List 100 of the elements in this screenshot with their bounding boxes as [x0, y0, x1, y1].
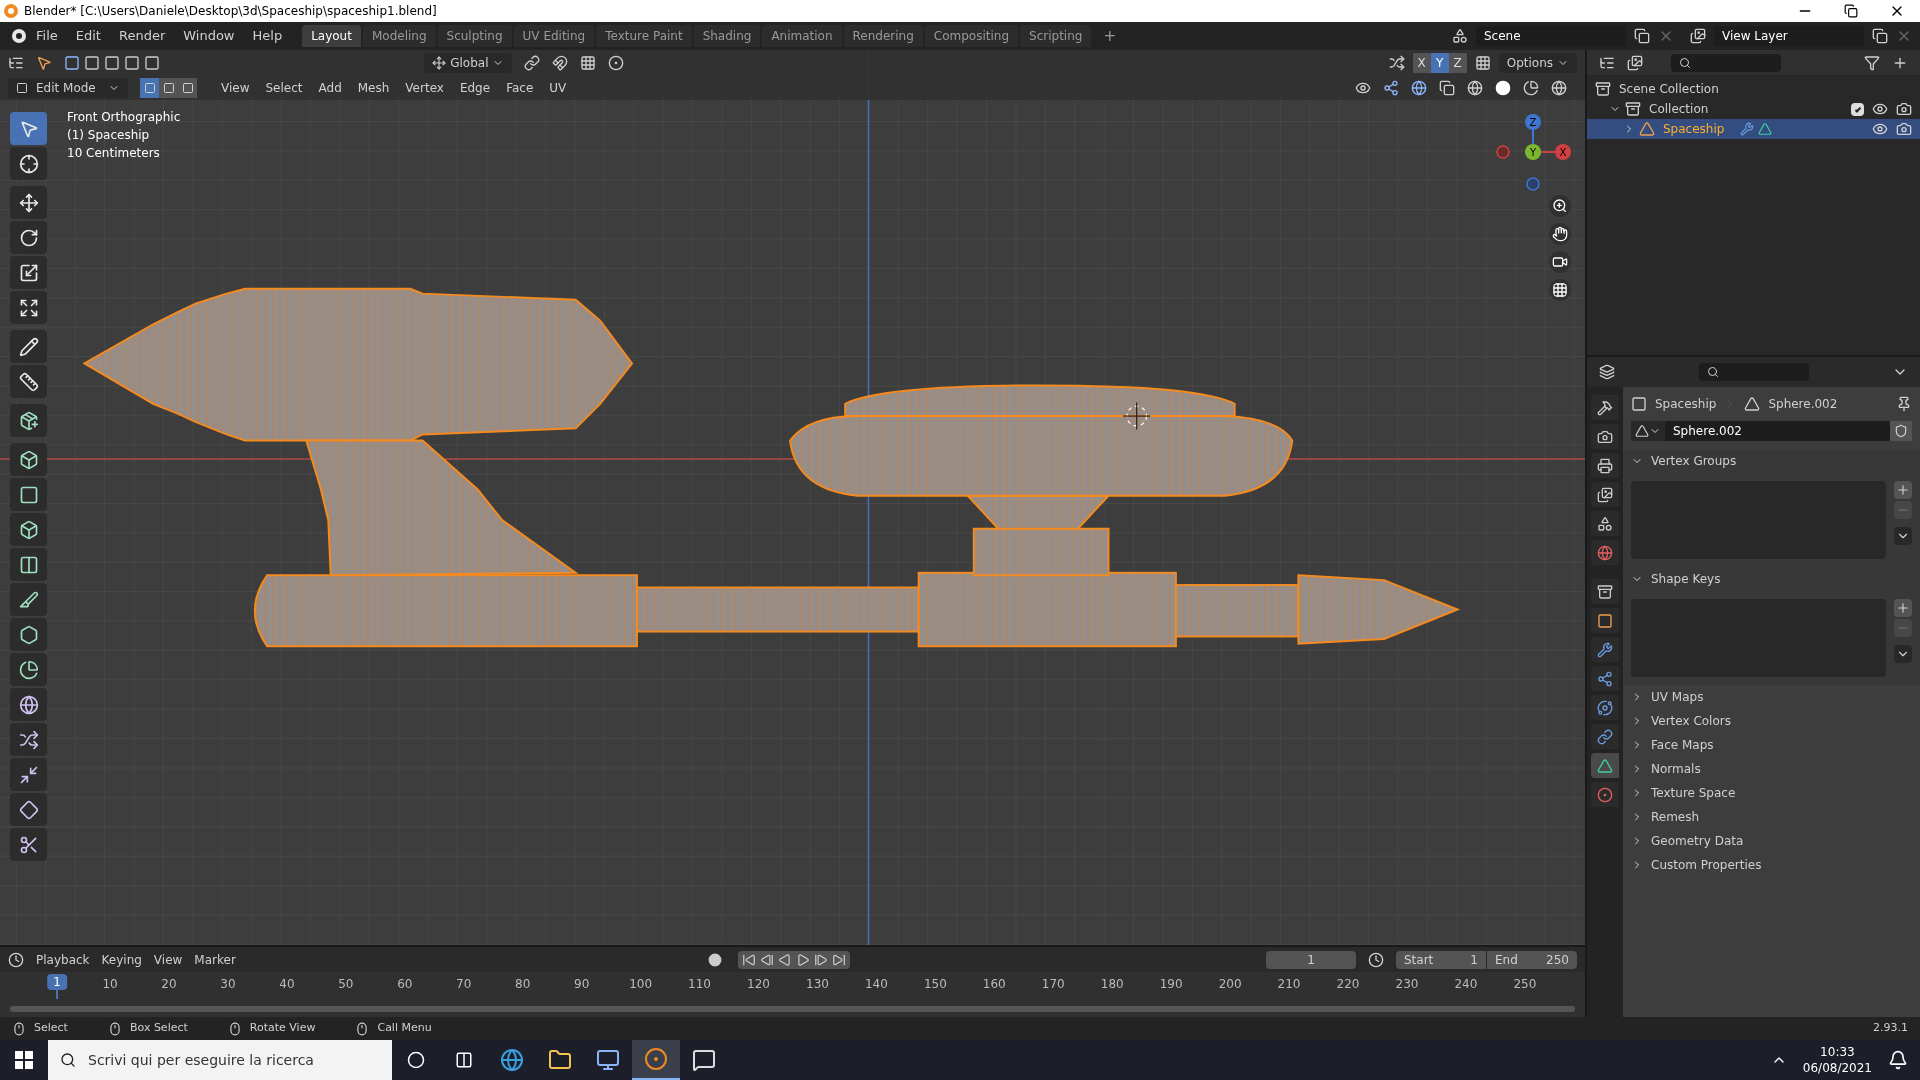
search-field[interactable] [1671, 53, 1781, 72]
menu-item[interactable]: Edit [75, 26, 101, 46]
menu-item[interactable]: Select [265, 78, 303, 97]
tool-button[interactable] [10, 256, 47, 289]
workspace-tab[interactable]: Compositing [924, 25, 1019, 47]
workspace-tab[interactable]: Rendering [843, 25, 923, 47]
end-frame-field[interactable]: End 250 [1487, 950, 1577, 969]
menu-item[interactable]: Mesh [357, 78, 390, 97]
jump-end-icon[interactable] [831, 952, 846, 967]
menu-item[interactable]: Edge [459, 78, 491, 97]
search-field[interactable] [1698, 363, 1809, 381]
view-layer-field[interactable]: View Layer [1714, 26, 1864, 46]
menu-item[interactable]: Add [318, 78, 342, 97]
record-icon[interactable] [707, 952, 722, 967]
properties-tab[interactable] [1591, 453, 1619, 478]
workspace-tab[interactable]: Sculpting [437, 25, 512, 47]
play-icon[interactable] [795, 952, 810, 967]
tool-button[interactable] [10, 186, 47, 219]
fake-user-button[interactable] [1890, 421, 1912, 441]
tool-button[interactable] [10, 221, 47, 254]
workspace-tab[interactable]: Layout [302, 25, 361, 47]
properties-tab[interactable] [1591, 782, 1619, 807]
scene-field[interactable]: Scene [1476, 26, 1626, 46]
display-mode-icon[interactable] [1627, 54, 1643, 71]
view-layer-icon[interactable] [1690, 28, 1706, 44]
properties-tab[interactable] [1591, 608, 1619, 633]
orientation-dropdown[interactable]: Global [424, 52, 513, 73]
checkbox[interactable] [1851, 102, 1864, 116]
taskbar-app[interactable] [632, 1040, 680, 1080]
properties-tab[interactable] [1591, 511, 1619, 536]
previous-key-icon[interactable] [759, 952, 774, 967]
snap-icon[interactable] [552, 54, 569, 71]
editor-type-icon[interactable] [8, 951, 24, 968]
tool-button[interactable] [10, 583, 47, 616]
scene-icon[interactable] [1452, 28, 1468, 44]
playhead[interactable]: 1 [47, 974, 67, 990]
add-workspace-button[interactable]: + [1095, 24, 1124, 48]
tool-button[interactable] [10, 548, 47, 581]
menu-item[interactable]: View [153, 950, 183, 969]
copy-icon[interactable] [1634, 28, 1650, 44]
tool-button[interactable] [10, 618, 47, 651]
camera-icon[interactable] [1896, 121, 1912, 137]
panel-header[interactable]: Shape Keys [1623, 567, 1920, 591]
menu-item[interactable]: Playback [36, 950, 90, 969]
grid-icon[interactable] [1474, 54, 1491, 71]
eye-icon[interactable] [1872, 101, 1888, 117]
menu-item[interactable]: UV [549, 78, 567, 97]
search-field[interactable]: Scrivi qui per eseguire la ricerca [48, 1040, 392, 1080]
panel-header[interactable]: Vertex Colors [1623, 709, 1920, 733]
menu-item[interactable]: View [221, 78, 250, 97]
panel-header[interactable]: Remesh [1623, 805, 1920, 829]
properties-tab[interactable] [1591, 637, 1619, 662]
menu-item[interactable]: Keying [101, 950, 142, 969]
select-box-icon[interactable] [64, 54, 80, 71]
pointer-icon[interactable] [36, 54, 52, 71]
workspace-tab[interactable]: Modeling [362, 25, 436, 47]
menu-item[interactable]: Help [252, 26, 283, 46]
select-box-icon[interactable] [124, 54, 140, 71]
panel-header[interactable]: UV Maps [1623, 685, 1920, 709]
negative-axis-icon[interactable] [1526, 177, 1540, 191]
outliner-row[interactable]: Collection [1587, 99, 1920, 119]
tool-button[interactable] [10, 653, 47, 686]
tool-button[interactable] [10, 291, 47, 324]
pin-icon[interactable] [1896, 396, 1912, 412]
workspace-tab[interactable]: Scripting [1020, 25, 1092, 47]
select-box-icon[interactable] [144, 54, 160, 71]
tool-button[interactable] [10, 758, 47, 791]
start-frame-field[interactable]: Start 1 [1396, 950, 1486, 969]
play-reverse-icon[interactable] [777, 952, 792, 967]
workspace-tab[interactable]: Shading [693, 25, 761, 47]
menu-item[interactable]: Window [183, 26, 235, 46]
outliner-row[interactable]: Spaceship [1587, 119, 1920, 139]
camera-icon[interactable] [1896, 101, 1912, 117]
panel-header[interactable]: Geometry Data [1623, 829, 1920, 853]
properties-tab[interactable] [1591, 424, 1619, 449]
panel-header[interactable]: Custom Properties [1623, 853, 1920, 877]
menu-item[interactable]: Vertex [405, 78, 444, 97]
menu-item[interactable]: Face [506, 78, 534, 97]
snap-grid-icon[interactable] [580, 54, 597, 71]
clock-time[interactable]: 10:33 [1820, 1044, 1855, 1060]
clock-date[interactable]: 06/08/2021 [1802, 1060, 1872, 1076]
tool-button[interactable] [10, 365, 47, 398]
menu-caret-icon[interactable] [1894, 527, 1912, 545]
menu-item[interactable]: Marker [194, 950, 236, 969]
current-frame-field[interactable]: 1 [1266, 950, 1356, 969]
select-box-icon[interactable] [104, 54, 120, 71]
tool-button[interactable] [10, 330, 47, 363]
solid-shading-icon[interactable] [1495, 79, 1511, 96]
select-mode-button[interactable] [178, 77, 197, 98]
select-box-icon[interactable] [84, 54, 100, 71]
axis-toggle[interactable]: Y [1430, 52, 1449, 73]
jump-start-icon[interactable] [741, 952, 756, 967]
properties-tab[interactable] [1591, 753, 1619, 778]
properties-tab[interactable] [1591, 482, 1619, 507]
menu-item[interactable]: Render [118, 26, 166, 46]
menu-caret-icon[interactable] [1894, 645, 1912, 663]
filter-icon[interactable] [1864, 54, 1880, 71]
mesh-name-field[interactable]: Sphere.002 [1665, 421, 1890, 441]
tool-button[interactable] [10, 513, 47, 546]
select-mode-button[interactable] [159, 77, 178, 98]
